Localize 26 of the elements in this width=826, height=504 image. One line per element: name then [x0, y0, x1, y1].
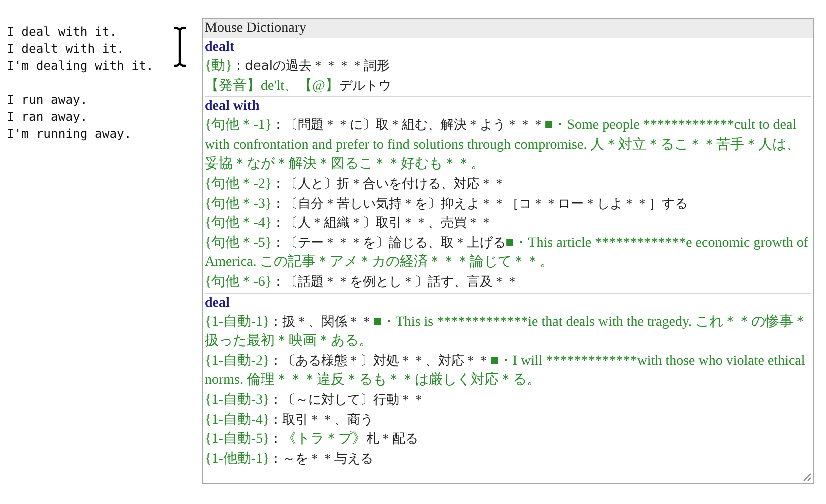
- resize-grip-icon[interactable]: [802, 472, 812, 482]
- panel-title: Mouse Dictionary: [203, 19, 813, 38]
- dictionary-sense: {句他＊-3} : 〔自分＊苦しい気持＊を〕抑えよ＊＊［コ＊＊ロー＊しよ＊＊］する: [205, 196, 689, 214]
- text-cursor-icon: [173, 27, 187, 67]
- dictionary-sense: {1-自動-2} : 〔ある様態＊〕対処＊＊、対応＊＊■・I will *************with those who violate ethical norms. 倫理＊＊＊違反＊るも＊＊は厳しく対応＊る。: [205, 352, 806, 390]
- dictionary-sense: {句他＊-1} : 〔問題＊＊に〕取＊組む、解決＊よう＊＊＊■・Some people *************cult to deal with confrontation and prefer to find solutions through compromise. 人＊対立＊るこ＊＊苦手＊人は、妥協＊なが＊解決＊図るこ＊＊好むも＊＊。: [205, 116, 802, 174]
- dictionary-sense: 【発音】de'lt、【@】デルトウ: [205, 77, 392, 96]
- dictionary-sense: {句他＊-4} : 〔人＊組織＊〕取引＊＊、売買＊＊: [205, 214, 494, 234]
- dictionary-sense: {動} : dealの過去＊＊＊＊詞形: [205, 58, 391, 76]
- text-line: I deal with it.: [7, 24, 118, 41]
- text-line: I'm dealing with it.: [7, 58, 154, 75]
- dictionary-sense: {1-自動-1} : 扱＊、関係＊＊■・This is *************ie that deals with the tragedy. これ＊＊の惨事＊扱った最初＊映画＊ある。: [205, 314, 809, 352]
- dictionary-sense: {1-自動-5} : 《トラ＊プ》札＊配る: [205, 430, 420, 450]
- headword: deal: [205, 294, 231, 313]
- headword: deal with: [205, 98, 261, 116]
- dictionary-sense: {句他＊-2} : 〔人と〕折＊合いを付ける、対応＊＊: [205, 176, 507, 194]
- headword: dealt: [205, 39, 236, 57]
- dictionary-sense: {1-自動-4} : 取引＊＊、商う: [205, 412, 374, 430]
- text-line: I ran away.: [7, 109, 88, 126]
- text-line: I run away.: [7, 92, 88, 109]
- dictionary-sense: {句他＊-5} : 〔テー＊＊＊を〕論じる、取＊上げる■・This article *************e economic growth of America. この記事＊アメ＊カの経済＊＊＊論じて＊＊。: [205, 234, 810, 272]
- dictionary-sense: {1-自動-3} : 〔～に対して〕行動＊＊: [205, 392, 426, 410]
- dictionary-sense: {1-他動-1} : ～を＊＊与える: [205, 450, 374, 469]
- dictionary-sense: {句他＊-6} : 〔話題＊＊を例とし＊〕話す、言及＊＊: [205, 274, 520, 292]
- text-line: I dealt with it.: [7, 41, 124, 58]
- text-line: I'm running away.: [7, 126, 132, 143]
